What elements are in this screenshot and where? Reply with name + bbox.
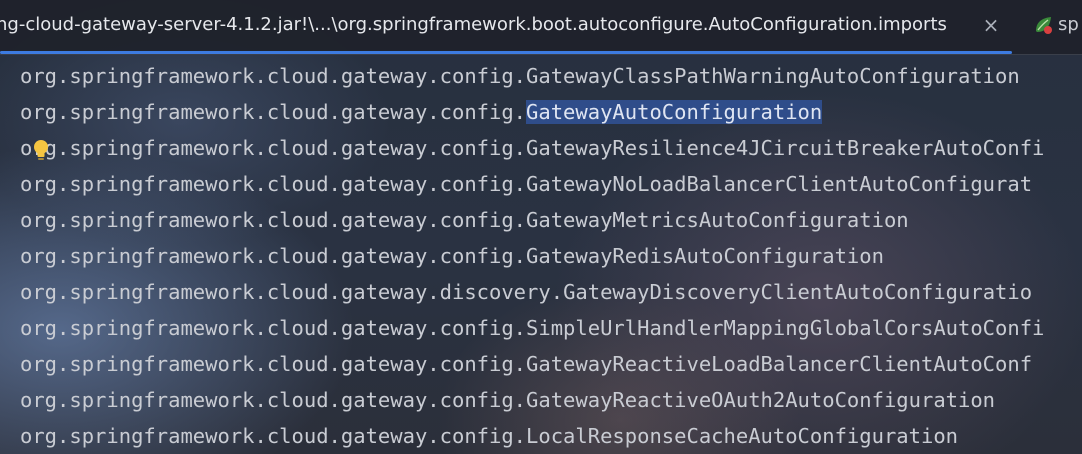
class-name: GatewayResilience4JCircuitBreakerAutoCon…	[526, 136, 1045, 160]
editor-tab-next[interactable]: sp	[1028, 0, 1082, 54]
editor-tab-active[interactable]: ng-cloud-gateway-server-4.1.2.jar!\...\o…	[0, 0, 1012, 54]
editor-tab-bar: ng-cloud-gateway-server-4.1.2.jar!\...\o…	[0, 0, 1082, 55]
package-prefix: org.springframework.cloud.gateway.config…	[20, 424, 527, 448]
lightbulb-icon[interactable]	[30, 138, 52, 164]
package-prefix: org.springframework.cloud.gateway.config…	[20, 208, 527, 232]
tab-next-label: sp	[1058, 14, 1079, 35]
package-prefix: org.springframework.cloud.gateway.config…	[20, 388, 527, 412]
tab-title: ng-cloud-gateway-server-4.1.2.jar!\...\o…	[0, 14, 947, 35]
class-name: GatewayClassPathWarningAutoConfiguration	[526, 64, 1020, 88]
class-name: GatewayMetricsAutoConfiguration	[526, 208, 909, 232]
active-tab-indicator	[0, 51, 1012, 54]
code-line[interactable]: org.springframework.cloud.gateway.config…	[20, 166, 1032, 202]
code-line[interactable]: org.springframework.cloud.gateway.config…	[20, 58, 1020, 94]
code-line[interactable]: org.springframework.cloud.gateway.config…	[20, 346, 1032, 382]
package-prefix: org.springframework.cloud.gateway.config…	[20, 172, 527, 196]
code-line[interactable]: org.springframework.cloud.gateway.config…	[20, 382, 995, 418]
package-prefix: org.springframework.cloud.gateway.config…	[20, 244, 527, 268]
package-prefix: org.springframework.cloud.gateway.config…	[20, 352, 527, 376]
package-prefix: org.springframework.cloud.gateway.config…	[20, 64, 527, 88]
spring-icon	[1036, 17, 1052, 34]
code-line[interactable]: org.springframework.cloud.gateway.config…	[20, 418, 958, 454]
class-name: GatewayReactiveLoadBalancerClientAutoCon…	[526, 352, 1033, 376]
package-prefix: org.springframework.cloud.gateway.config…	[20, 316, 527, 340]
code-line[interactable]: org.springframework.cloud.gateway.config…	[20, 130, 1044, 166]
class-name: GatewayRedisAutoConfiguration	[526, 244, 884, 268]
class-name: LocalResponseCacheAutoConfiguration	[526, 424, 959, 448]
code-line[interactable]: org.springframework.cloud.gateway.config…	[20, 94, 823, 130]
class-name: SimpleUrlHandlerMappingGlobalCorsAutoCon…	[526, 316, 1045, 340]
selected-text: GatewayAutoConfiguration	[526, 100, 823, 124]
code-line[interactable]: org.springframework.cloud.gateway.config…	[20, 202, 909, 238]
class-name: GatewayNoLoadBalancerClientAutoConfigura…	[526, 172, 1033, 196]
close-icon[interactable]: ×	[980, 12, 1002, 38]
package-prefix: org.springframework.cloud.gateway.discov…	[20, 280, 564, 304]
class-name: GatewayDiscoveryClientAutoConfiguratio	[563, 280, 1033, 304]
code-line[interactable]: org.springframework.cloud.gateway.discov…	[20, 274, 1032, 310]
code-editor[interactable]: org.springframework.cloud.gateway.config…	[0, 58, 1082, 454]
package-prefix: org.springframework.cloud.gateway.config…	[20, 136, 527, 160]
code-line[interactable]: org.springframework.cloud.gateway.config…	[20, 238, 884, 274]
package-prefix: org.springframework.cloud.gateway.config…	[20, 100, 527, 124]
code-line[interactable]: org.springframework.cloud.gateway.config…	[20, 310, 1044, 346]
class-name: GatewayReactiveOAuth2AutoConfiguration	[526, 388, 996, 412]
